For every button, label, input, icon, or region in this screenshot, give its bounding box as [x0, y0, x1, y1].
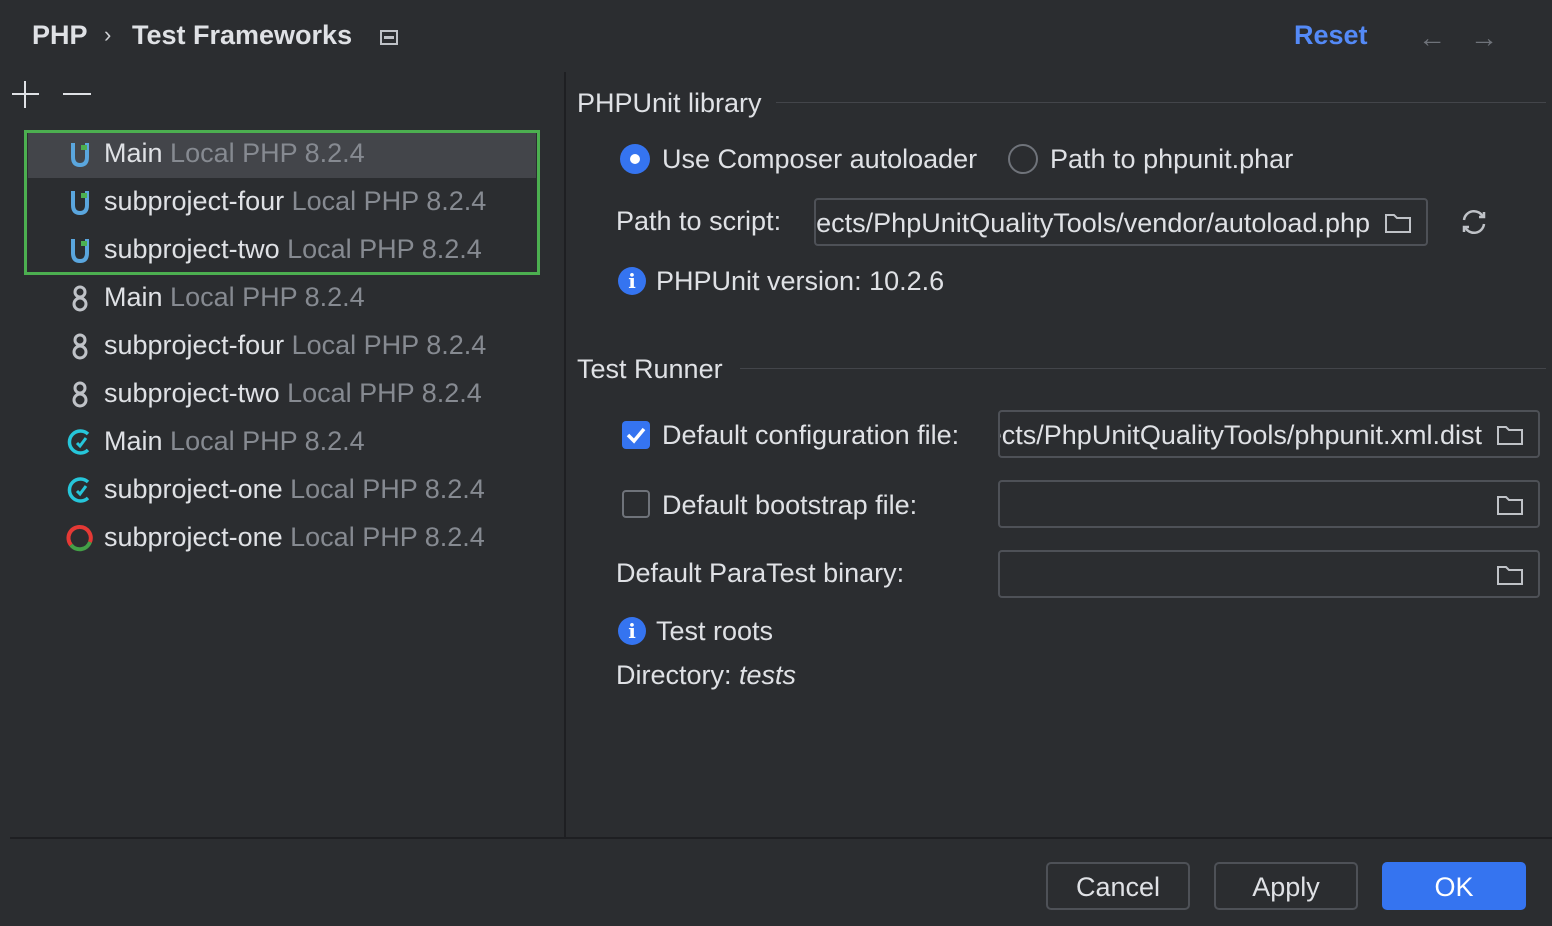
list-item[interactable]: subproject-four Local PHP 8.2.4	[28, 322, 536, 370]
list-item[interactable]: Main Local PHP 8.2.4	[28, 274, 536, 322]
default-config-value[interactable]: …/Projects/PhpUnitQualityTools/phpunit.x…	[1000, 420, 1482, 451]
item-name: subproject-two	[104, 234, 280, 264]
list-item[interactable]: Main Local PHP 8.2.4	[28, 130, 536, 178]
path-to-script-label: Path to script:	[616, 206, 782, 236]
folder-icon[interactable]	[1496, 424, 1524, 446]
phpunit-library-title: PHPUnit library	[577, 88, 762, 118]
default-config-checkbox[interactable]	[622, 421, 650, 449]
default-bootstrap-checkbox[interactable]	[622, 490, 650, 518]
phpunit-icon	[71, 143, 89, 168]
item-interpreter: Local PHP 8.2.4	[290, 474, 485, 504]
default-bootstrap-field[interactable]	[998, 480, 1540, 528]
phpunit-icon	[71, 191, 89, 216]
phpunit-version-text: PHPUnit version: 10.2.6	[656, 266, 945, 296]
folder-icon[interactable]	[1496, 494, 1524, 516]
item-name: Main	[104, 138, 163, 168]
directory-text: Directory: tests	[616, 660, 796, 691]
remove-icon[interactable]	[63, 93, 91, 95]
codeception-icon	[67, 477, 90, 503]
default-config-field[interactable]: …/Projects/PhpUnitQualityTools/phpunit.x…	[998, 410, 1540, 458]
cancel-button[interactable]: Cancel	[1046, 862, 1190, 910]
item-interpreter: Local PHP 8.2.4	[170, 138, 365, 168]
path-to-script-field[interactable]: …/Projects/PhpUnitQualityTools/vendor/au…	[814, 198, 1428, 246]
item-name: subproject-four	[104, 330, 285, 360]
item-interpreter: Local PHP 8.2.4	[170, 426, 365, 456]
phpunit-phar-radio[interactable]	[1008, 144, 1038, 174]
breadcrumb-separator: ›	[104, 22, 112, 47]
panel-divider[interactable]	[564, 72, 566, 838]
test-roots-label: Test roots	[656, 616, 774, 646]
default-config-label[interactable]: Default configuration file:	[662, 420, 959, 451]
composer-autoloader-radio[interactable]	[620, 144, 650, 174]
default-bootstrap-label[interactable]: Default bootstrap file:	[662, 490, 917, 521]
pest-icon	[66, 525, 93, 552]
item-name: Main	[104, 282, 163, 312]
reset-button[interactable]: Reset	[1294, 20, 1368, 51]
folder-icon[interactable]	[1496, 564, 1524, 586]
add-icon[interactable]	[12, 81, 39, 108]
directory-label: Directory:	[616, 660, 732, 690]
test-runner-title: Test Runner	[577, 354, 723, 384]
paratest-label: Default ParaTest binary:	[616, 558, 905, 588]
back-arrow-icon[interactable]: ←	[1418, 22, 1446, 54]
item-interpreter: Local PHP 8.2.4	[291, 186, 487, 216]
item-interpreter: Local PHP 8.2.4	[170, 282, 365, 312]
list-item[interactable]: subproject-one Local PHP 8.2.4	[28, 466, 536, 514]
item-interpreter: Local PHP 8.2.4	[290, 522, 485, 552]
forward-arrow-icon[interactable]: →	[1470, 22, 1498, 54]
phpunit-icon	[71, 239, 89, 264]
list-item[interactable]: Main Local PHP 8.2.4	[28, 418, 536, 466]
item-name: subproject-one	[104, 522, 283, 552]
folder-icon[interactable]	[1384, 212, 1412, 234]
list-item[interactable]: subproject-two Local PHP 8.2.4	[28, 226, 536, 274]
codeception-icon	[67, 429, 90, 455]
info-icon: i	[618, 617, 646, 645]
item-interpreter: Local PHP 8.2.4	[291, 330, 487, 360]
directory-value: tests	[739, 660, 797, 690]
path-to-script-value[interactable]: …/Projects/PhpUnitQualityTools/vendor/au…	[816, 208, 1370, 239]
behat-icon	[72, 333, 88, 360]
apply-button[interactable]: Apply	[1214, 862, 1358, 910]
list-item[interactable]: subproject-two Local PHP 8.2.4	[28, 370, 536, 418]
page-title: Test Frameworks	[132, 20, 353, 50]
behat-icon	[72, 285, 88, 312]
item-interpreter: Local PHP 8.2.4	[287, 234, 482, 264]
item-interpreter: Local PHP 8.2.4	[287, 378, 482, 408]
list-item[interactable]: subproject-four Local PHP 8.2.4	[28, 178, 536, 226]
item-name: subproject-one	[104, 474, 283, 504]
checkmark-icon	[626, 427, 646, 444]
phpunit-phar-label[interactable]: Path to phpunit.phar	[1050, 144, 1293, 175]
pin-icon[interactable]	[380, 30, 398, 45]
paratest-field[interactable]	[998, 550, 1540, 598]
info-icon: i	[618, 267, 646, 295]
section-divider	[776, 102, 1546, 103]
composer-autoloader-label[interactable]: Use Composer autoloader	[662, 144, 977, 175]
refresh-icon[interactable]	[1458, 206, 1490, 238]
section-divider	[740, 368, 1546, 369]
behat-icon	[72, 381, 88, 408]
item-name: subproject-two	[104, 378, 280, 408]
ok-button[interactable]: OK	[1382, 862, 1526, 910]
item-name: Main	[104, 426, 163, 456]
breadcrumb-php[interactable]: PHP	[32, 20, 88, 51]
item-name: subproject-four	[104, 186, 285, 216]
footer-divider	[10, 837, 1552, 839]
list-item[interactable]: subproject-one Local PHP 8.2.4	[28, 514, 536, 562]
